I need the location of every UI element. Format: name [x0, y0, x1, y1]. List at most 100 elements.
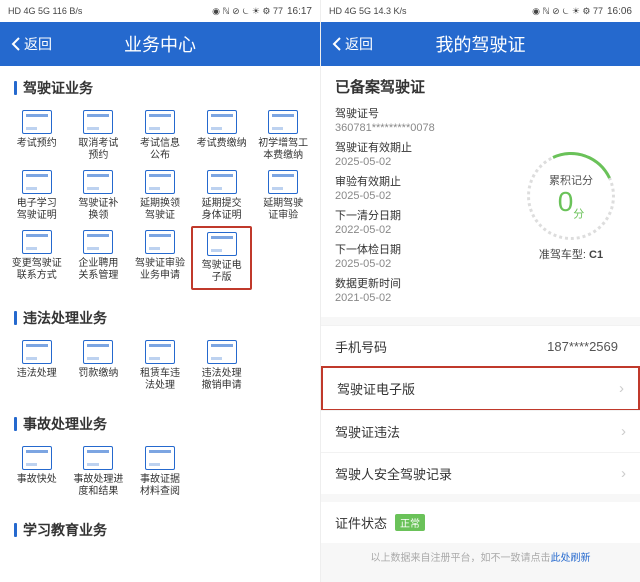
service-item[interactable]: 违法处理 撤销申请 [191, 336, 253, 396]
service-label: 取消考试 预约 [78, 138, 118, 162]
license-field: 驾驶证有效期止2025-05-02 [335, 139, 506, 168]
row-label: 驾驶证电子版 [337, 379, 415, 398]
service-icon [22, 230, 52, 254]
cert-state-label: 证件状态 [335, 513, 387, 532]
service-icon [145, 340, 175, 364]
service-icon [145, 230, 175, 254]
phone-label: 手机号码 [335, 337, 387, 356]
service-label: 考试费缴纳 [197, 138, 247, 162]
license-field: 下一体检日期2025-05-02 [335, 241, 506, 270]
section-title: 学习教育业务 [0, 508, 320, 548]
service-label: 考试预约 [17, 138, 57, 162]
service-item[interactable]: 事故处理进 度和结果 [68, 442, 130, 502]
service-item [191, 442, 253, 502]
nav-row[interactable]: 驾驶证电子版 › [321, 366, 640, 411]
service-icon [207, 170, 237, 194]
service-icon [145, 446, 175, 470]
service-label: 电子学习 驾驶证明 [17, 198, 57, 222]
service-label: 驾驶证补 换领 [78, 198, 118, 222]
service-item[interactable]: 电子学习 驾驶证明 [6, 166, 68, 226]
service-icon [207, 232, 237, 256]
chevron-left-icon [10, 36, 22, 52]
header: 返回 我的驾驶证 [321, 22, 640, 66]
service-icon [207, 110, 237, 134]
service-grid: 考试预约取消考试 预约考试信息 公布考试费缴纳初学增驾工 本费缴纳电子学习 驾驶… [0, 106, 320, 296]
field-key: 审验有效期止 [335, 173, 506, 189]
field-key: 下一清分日期 [335, 207, 506, 223]
service-label: 事故快处 [17, 474, 57, 498]
service-label: 驾驶证审验 业务申请 [135, 258, 185, 282]
footer-note: 以上数据来自注册平台，如不一致请点击此处刷新 [321, 543, 640, 566]
service-grid: 事故快处事故处理进 度和结果事故证据 材料查阅 [0, 442, 320, 508]
nav-row[interactable]: 驾驶证违法› [321, 410, 640, 452]
service-item[interactable]: 违法处理 [6, 336, 68, 396]
section-title: 驾驶证业务 [0, 66, 320, 106]
service-icon [268, 110, 298, 134]
license-detail: 已备案驾驶证 驾驶证号360781*********0078驾驶证有效期止202… [321, 66, 640, 582]
refresh-link[interactable]: 此处刷新 [551, 553, 591, 564]
service-item[interactable]: 延期驾驶 证审验 [252, 166, 314, 226]
field-key: 驾驶证有效期止 [335, 139, 506, 155]
service-item[interactable]: 初学增驾工 本费缴纳 [252, 106, 314, 166]
gauge-unit: 分 [573, 208, 584, 220]
back-label: 返回 [24, 34, 52, 54]
right-screenshot: HD 4G 5G 14.3 K/s ◉ ℕ ⊘ ⏾ ☀ ⚙ 7716:06 返回… [320, 0, 640, 582]
score-gauge: 累积记分 0分 准驾车型: C1 [516, 105, 626, 309]
service-item[interactable]: 事故快处 [6, 442, 68, 502]
service-icon [268, 170, 298, 194]
field-value: 2025-05-02 [335, 190, 506, 202]
section-title: 事故处理业务 [0, 402, 320, 442]
gauge-label: 累积记分 [549, 172, 593, 188]
service-item[interactable]: 企业聘用 关系管理 [68, 226, 130, 290]
nav-row[interactable]: 驾驶人安全驾驶记录› [321, 452, 640, 494]
service-label: 事故处理进 度和结果 [73, 474, 123, 498]
field-value: 2025-05-02 [335, 156, 506, 168]
service-label: 违法处理 撤销申请 [202, 368, 242, 392]
service-item[interactable]: 延期换领 驾驶证 [129, 166, 191, 226]
service-item[interactable]: 考试费缴纳 [191, 106, 253, 166]
service-icon [22, 446, 52, 470]
service-item[interactable]: 延期提交 身体证明 [191, 166, 253, 226]
license-field: 数据更新时间2021-05-02 [335, 275, 506, 304]
status-bar: HD 4G 5G 116 B/s ◉ ℕ ⊘ ⏾ ☀ ⚙ 7716:17 [0, 0, 320, 22]
license-field: 下一清分日期2022-05-02 [335, 207, 506, 236]
service-label: 初学增驾工 本费缴纳 [258, 138, 308, 162]
service-label: 考试信息 公布 [140, 138, 180, 162]
field-key: 数据更新时间 [335, 275, 506, 291]
service-item[interactable]: 驾驶证补 换领 [68, 166, 130, 226]
class-value: C1 [589, 249, 603, 261]
left-screenshot: HD 4G 5G 116 B/s ◉ ℕ ⊘ ⏾ ☀ ⚙ 7716:17 返回 … [0, 0, 320, 582]
field-key: 驾驶证号 [335, 105, 506, 121]
header: 返回 业务中心 [0, 22, 320, 66]
service-icon [22, 340, 52, 364]
service-item[interactable]: 考试预约 [6, 106, 68, 166]
service-label: 罚款缴纳 [78, 368, 118, 392]
phone-row[interactable]: 手机号码 187****2569 [321, 325, 640, 367]
chevron-right-icon: › [621, 465, 626, 482]
service-icon [83, 110, 113, 134]
service-item[interactable]: 罚款缴纳 [68, 336, 130, 396]
service-icon [22, 110, 52, 134]
service-item[interactable]: 变更驾驶证 联系方式 [6, 226, 68, 290]
class-label: 准驾车型: [539, 249, 586, 261]
service-icon [145, 170, 175, 194]
phone-value: 187****2569 [547, 339, 618, 354]
back-button[interactable]: 返回 [0, 34, 62, 54]
cert-state-row: 证件状态 正常 [321, 494, 640, 543]
chevron-right-icon: › [621, 423, 626, 440]
service-item[interactable]: 驾驶证审验 业务申请 [129, 226, 191, 290]
service-item[interactable]: 事故证据 材料查阅 [129, 442, 191, 502]
service-item[interactable]: 考试信息 公布 [129, 106, 191, 166]
service-label: 延期换领 驾驶证 [140, 198, 180, 222]
service-icon [145, 110, 175, 134]
back-button[interactable]: 返回 [321, 34, 383, 54]
chevron-right-icon: › [619, 380, 624, 397]
field-value: 2025-05-02 [335, 258, 506, 270]
service-item[interactable]: 租赁车违 法处理 [129, 336, 191, 396]
service-icon [83, 446, 113, 470]
service-label: 延期驾驶 证审验 [263, 198, 303, 222]
field-value: 360781*********0078 [335, 122, 506, 134]
service-icon [83, 230, 113, 254]
service-item[interactable]: 驾驶证电 子版 [191, 226, 253, 290]
service-item[interactable]: 取消考试 预约 [68, 106, 130, 166]
